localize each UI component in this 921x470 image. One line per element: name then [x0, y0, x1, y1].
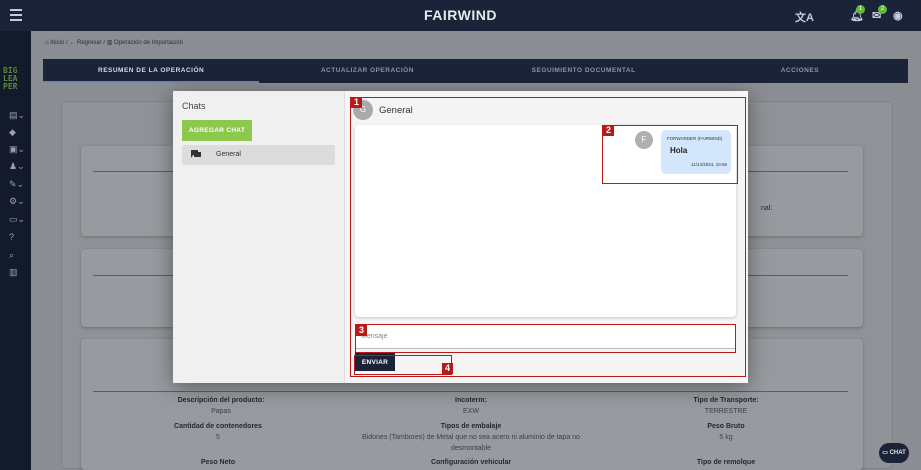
message-text: Hola	[670, 146, 688, 155]
sidebar: BIG LEA PER ▤⌄ ◆ ▣⌄ ♟⌄ ✎⌄ ⚙⌄ ▭⌄ ? ⌕ ▥	[0, 31, 31, 470]
detail-value-contenedores: 5	[216, 434, 220, 441]
detail-label-peso-bruto: Peso Bruto	[707, 423, 745, 430]
annotation-label-3: 3	[356, 325, 367, 336]
detail-value-incoterm: EXW	[463, 408, 479, 415]
annotation-label-4: 4	[442, 363, 453, 374]
chat-modal: Chats AGREGAR CHAT General G General F F…	[173, 91, 748, 383]
chat-bubble-icon	[191, 150, 201, 158]
detail-label-peso-neto: Peso Neto	[200, 459, 236, 466]
detail-label-embalaje: Tipos de embalaje	[440, 423, 502, 430]
chat-item-general[interactable]: General	[182, 145, 335, 165]
chat-header-title: General	[379, 105, 413, 116]
map-icon[interactable]: ▥	[9, 267, 18, 278]
chat-icon: ▭	[882, 450, 888, 456]
detail-value-embalaje-2: desmontable	[450, 445, 492, 452]
operation-tabs: RESUMEN DE LA OPERACIÓN ACTUALIZAR OPERA…	[43, 59, 908, 83]
top-bar: FAIRWIND 文A 🔔︎ 1 ✉︎ 2 ◉	[0, 0, 921, 31]
message-bubble: FORWARDER (FAIRWIND) Hola 11/14/2024, 10…	[661, 130, 731, 174]
chat-fab-button[interactable]: ▭ CHAT	[879, 443, 909, 463]
message-input[interactable]	[355, 325, 736, 349]
message-timestamp: 11/14/2024, 10:56	[691, 162, 727, 167]
chat-list-panel: Chats AGREGAR CHAT General	[173, 91, 345, 383]
sidebar-item-tag-icon[interactable]: ◆	[9, 127, 16, 138]
breadcrumb-home[interactable]: Inicio	[50, 40, 64, 46]
chart-icon: ▥	[106, 40, 113, 46]
breadcrumb: ⌂ Inicio / ← Regresar / ▥ Operación de I…	[45, 40, 184, 46]
annotation-label-1: 1	[351, 97, 362, 108]
detail-label-contenedores: Cantidad de contenedores	[174, 423, 262, 430]
detail-value-peso-bruto: 5 kg	[719, 434, 733, 441]
search-icon[interactable]: ⌕	[9, 250, 14, 261]
detail-label-producto: Descripción del producto:	[177, 397, 265, 404]
tab-actualizar[interactable]: ACTUALIZAR OPERACIÓN	[259, 59, 475, 83]
notification-badge: 1	[856, 5, 865, 14]
logo: BIG LEA PER	[3, 66, 18, 91]
message-avatar: F	[635, 131, 653, 149]
detail-value-producto: Papas	[211, 408, 231, 415]
chats-title: Chats	[182, 101, 206, 111]
detail-label-remolque: Tipo de remolque	[696, 459, 756, 466]
detail-value-transporte: TERRESTRE	[704, 408, 748, 415]
detail-label-transporte: Tipo de Transporte:	[693, 397, 759, 404]
tab-acciones[interactable]: ACCIONES	[692, 59, 908, 83]
add-chat-button[interactable]: AGREGAR CHAT	[182, 120, 252, 141]
detail-value-embalaje-1: Bidones (Tambores) de Metal que no sea a…	[362, 434, 580, 441]
background-label-fragment: nal:	[761, 205, 773, 212]
detail-label-configuracion: Configuración vehicular	[430, 459, 512, 466]
sidebar-item-billing-icon[interactable]: ▭⌄	[9, 214, 25, 225]
chat-conversation-panel: G General F FORWARDER (FAIRWIND) Hola 11…	[345, 91, 748, 383]
translate-icon[interactable]: 文A	[795, 9, 814, 25]
tab-resumen[interactable]: RESUMEN DE LA OPERACIÓN	[43, 59, 260, 83]
breadcrumb-back[interactable]: Regresar	[77, 40, 102, 46]
message-sender: FORWARDER (FAIRWIND)	[667, 136, 723, 141]
chat-item-label: General	[216, 151, 241, 158]
back-arrow-icon: ←	[69, 40, 76, 46]
sidebar-item-users-icon[interactable]: ♟⌄	[9, 161, 25, 172]
sidebar-item-documents-icon[interactable]: ▤⌄	[9, 110, 25, 121]
help-icon[interactable]: ?	[9, 232, 14, 242]
send-button[interactable]: ENVIAR	[355, 353, 395, 371]
brand-title: FAIRWIND	[424, 7, 497, 23]
annotation-label-2: 2	[603, 125, 614, 136]
messages-badge: 2	[878, 5, 887, 14]
breadcrumb-current: Operación de Importación	[114, 40, 184, 46]
tab-seguimiento[interactable]: SEGUIMIENTO DOCUMENTAL	[476, 59, 692, 83]
message-list[interactable]: F FORWARDER (FAIRWIND) Hola 11/14/2024, …	[355, 125, 736, 317]
detail-label-incoterm: Incoterm:	[455, 397, 487, 404]
account-icon[interactable]: ◉	[893, 9, 903, 22]
home-icon: ⌂	[45, 40, 49, 46]
sidebar-item-tools-icon[interactable]: ✎⌄	[9, 179, 24, 190]
sidebar-item-reports-icon[interactable]: ▣⌄	[9, 144, 25, 155]
sidebar-item-settings-icon[interactable]: ⚙⌄	[9, 196, 25, 207]
